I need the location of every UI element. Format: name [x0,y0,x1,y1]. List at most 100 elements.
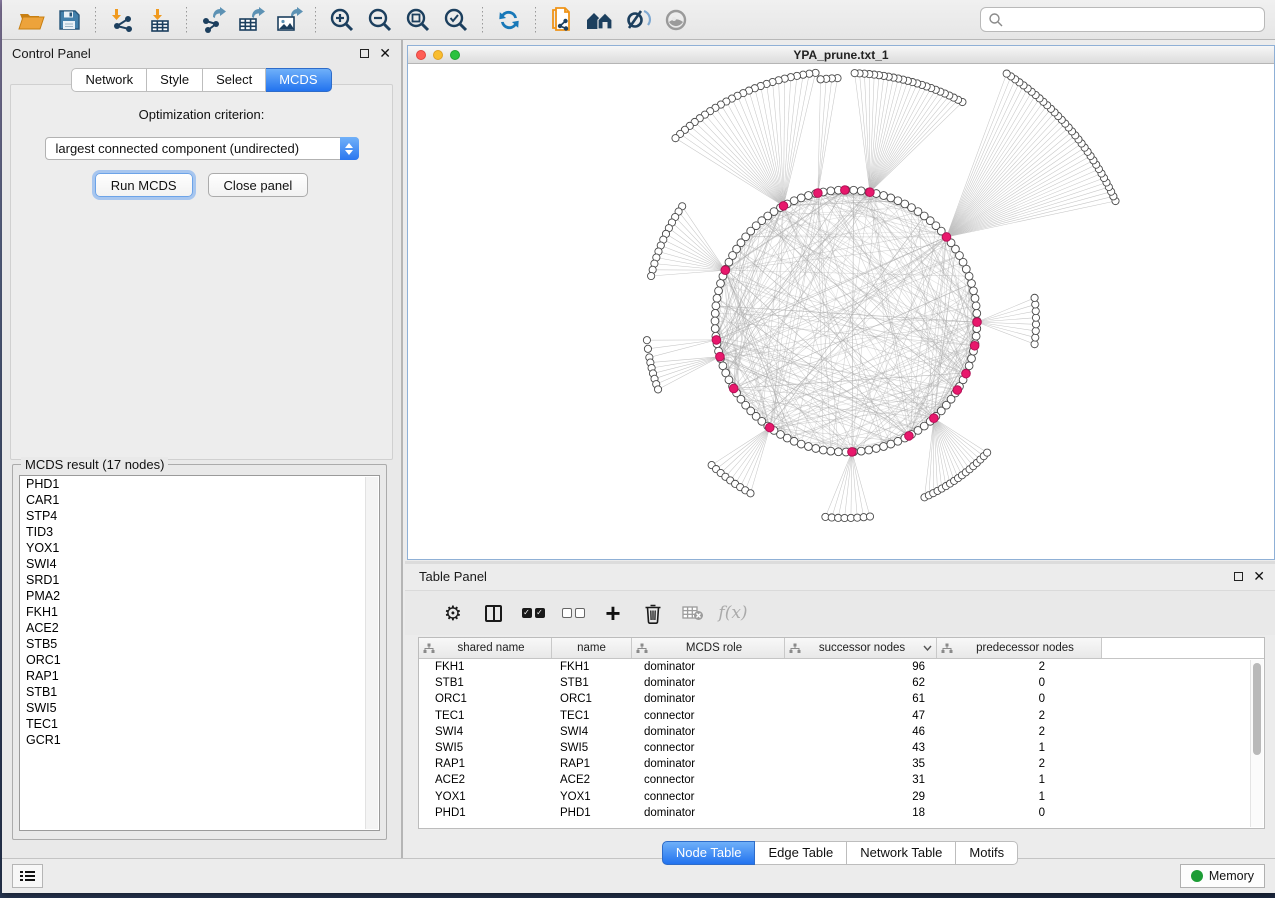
table-row[interactable]: SWI5SWI5connector431 [419,740,1264,756]
memory-label: Memory [1209,869,1254,883]
hide-selected-button[interactable] [619,4,657,36]
memory-button[interactable]: Memory [1180,864,1265,888]
table-row[interactable]: PHD1PHD1dominator180 [419,805,1264,821]
column-header-predecessor-nodes[interactable]: predecessor nodes [937,638,1102,658]
table-vertical-scrollbar[interactable] [1250,660,1263,827]
tab-style[interactable]: Style [147,68,203,92]
mcds-result-item[interactable]: ORC1 [20,652,379,668]
zoom-out-button[interactable] [361,4,399,36]
export-table-button[interactable] [232,4,270,36]
network-window-titlebar[interactable]: YPA_prune.txt_1 [408,46,1274,64]
table-row[interactable]: SWI4SWI4dominator462 [419,724,1264,740]
tab-node-table[interactable]: Node Table [662,841,756,865]
show-eye-icon [662,8,690,32]
import-table-button[interactable] [141,4,179,36]
save-session-button[interactable] [50,4,88,36]
network-file-share-button[interactable] [543,4,581,36]
deselect-all-button[interactable] [553,596,593,630]
delete-table-button-disabled[interactable] [673,596,713,630]
table-cell: YOX1 [419,791,552,803]
table-panel: Table Panel ✕ ⚙ ✓✓ [405,564,1275,858]
tab-network-table[interactable]: Network Table [847,841,956,865]
network-canvas[interactable] [408,65,1274,559]
mcds-result-item[interactable]: RAP1 [20,668,379,684]
table-panel-tabs: Node Table Edge Table Network Table Moti… [405,841,1275,865]
close-table-panel-icon[interactable]: ✕ [1253,572,1265,581]
show-columns-button[interactable] [473,596,513,630]
table-cell: 2 [937,710,1102,722]
network-graph[interactable] [408,65,1274,559]
tab-edge-table[interactable]: Edge Table [755,841,847,865]
mcds-result-item[interactable]: SRD1 [20,572,379,588]
mcds-result-item[interactable]: STB1 [20,684,379,700]
home-button[interactable] [581,4,619,36]
float-panel-icon[interactable] [360,49,369,58]
mcds-result-item[interactable]: ACE2 [20,620,379,636]
mcds-result-item[interactable]: TID3 [20,524,379,540]
zoom-selected-button[interactable] [437,4,475,36]
mcds-result-item[interactable]: CAR1 [20,492,379,508]
mcds-list-scrollbar[interactable] [365,477,378,829]
import-network-button[interactable] [103,4,141,36]
window-maximize-icon[interactable] [450,50,460,60]
select-all-button[interactable]: ✓✓ [513,596,553,630]
column-header-successor-nodes[interactable]: successor nodes [785,638,937,658]
mcds-result-item[interactable]: SWI4 [20,556,379,572]
mcds-result-title: MCDS result (17 nodes) [21,457,168,472]
mcds-result-item[interactable]: TEC1 [20,716,379,732]
close-panel-icon[interactable]: ✕ [379,49,391,58]
mcds-result-item[interactable]: PHD1 [20,476,379,492]
column-header-mcds-role[interactable]: MCDS role [632,638,785,658]
refresh-icon [496,7,522,33]
mcds-result-item[interactable]: PMA2 [20,588,379,604]
zoom-fit-button[interactable] [399,4,437,36]
mcds-result-list[interactable]: PHD1CAR1STP4TID3YOX1SWI4SRD1PMA2FKH1ACE2… [19,475,380,831]
column-header-shared-name[interactable]: shared name [419,638,552,658]
table-row[interactable]: ACE2ACE2connector311 [419,772,1264,788]
table-row[interactable]: ORC1ORC1dominator610 [419,691,1264,707]
table-row[interactable]: FKH1FKH1dominator962 [419,659,1264,675]
zoom-in-button[interactable] [323,4,361,36]
search-input[interactable] [1004,10,1264,30]
table-cell: dominator [632,661,785,673]
table-row[interactable]: STB1STB1dominator620 [419,675,1264,691]
mcds-result-item[interactable]: YOX1 [20,540,379,556]
mcds-result-group: MCDS result (17 nodes) PHD1CAR1STP4TID3Y… [12,464,387,840]
mcds-result-item[interactable]: SWI5 [20,700,379,716]
window-minimize-icon[interactable] [433,50,443,60]
criterion-dropdown[interactable]: largest connected component (undirected) [45,137,359,160]
show-selected-button[interactable] [657,4,695,36]
export-network-button[interactable] [194,4,232,36]
mcds-result-item[interactable]: STB5 [20,636,379,652]
window-close-icon[interactable] [416,50,426,60]
table-row[interactable]: RAP1RAP1dominator352 [419,756,1264,772]
table-cell: 0 [937,693,1102,705]
table-row[interactable]: YOX1YOX1connector291 [419,789,1264,805]
scrollbar-thumb[interactable] [1253,663,1261,755]
mcds-result-item[interactable]: STP4 [20,508,379,524]
tab-mcds[interactable]: MCDS [266,68,331,92]
search-field[interactable] [980,7,1265,32]
table-settings-button[interactable]: ⚙ [433,596,473,630]
task-history-button[interactable] [12,864,43,888]
table-cell: connector [632,774,785,786]
delete-row-button[interactable] [633,596,673,630]
mcds-result-item[interactable]: FKH1 [20,604,379,620]
tab-select[interactable]: Select [203,68,266,92]
mcds-result-item[interactable]: GCR1 [20,732,379,748]
open-file-button[interactable] [12,4,50,36]
function-builder-button-disabled[interactable]: f(x) [713,596,753,630]
export-image-button[interactable] [270,4,308,36]
float-table-panel-icon[interactable] [1234,572,1243,581]
zoom-fit-icon [405,7,431,33]
add-row-button[interactable]: + [593,596,633,630]
toolbar-separator [95,7,96,33]
tab-network[interactable]: Network [71,68,147,92]
table-cell: 62 [785,677,937,689]
run-mcds-button[interactable]: Run MCDS [95,173,193,197]
tab-motifs[interactable]: Motifs [956,841,1018,865]
table-row[interactable]: TEC1TEC1connector472 [419,708,1264,724]
refresh-view-button[interactable] [490,4,528,36]
close-panel-button[interactable]: Close panel [208,173,309,197]
column-header-name[interactable]: name [552,638,632,658]
